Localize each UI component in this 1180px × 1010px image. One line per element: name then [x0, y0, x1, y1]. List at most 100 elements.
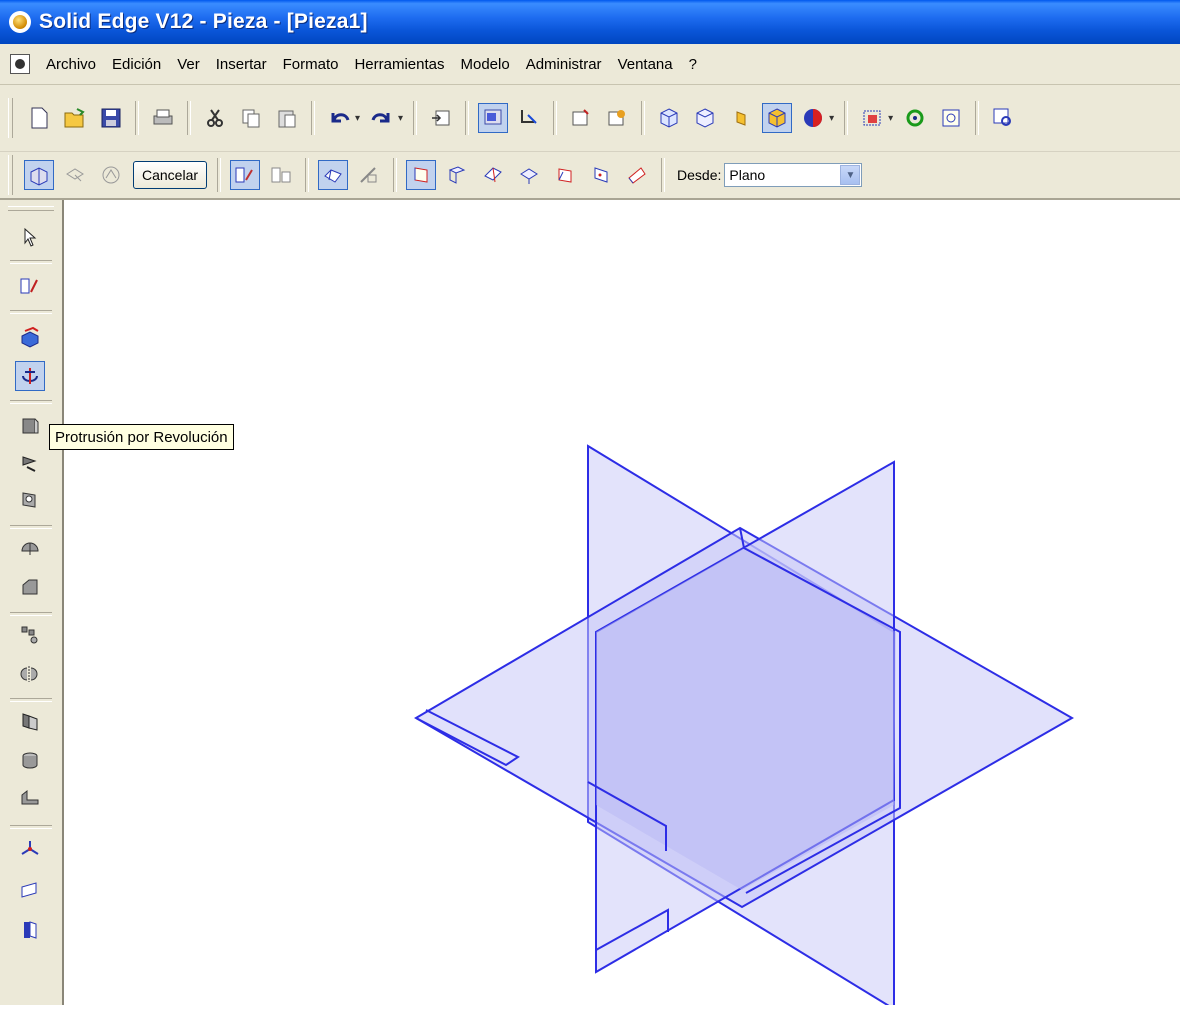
toolbar-separator	[844, 101, 849, 135]
cut-icon[interactable]	[200, 103, 230, 133]
menu-ver[interactable]: Ver	[169, 56, 208, 73]
window-title: Solid Edge V12 - Pieza - [Pieza1]	[39, 10, 368, 33]
edit-icon[interactable]	[514, 103, 544, 133]
coordinate-icon[interactable]	[15, 834, 45, 864]
redo-dropdown-icon[interactable]: ▾	[398, 113, 403, 124]
toolbar-separator	[661, 158, 666, 192]
copy-icon[interactable]	[236, 103, 266, 133]
zoom-area-icon[interactable]	[936, 103, 966, 133]
mirror-icon[interactable]	[15, 658, 45, 688]
menu-edicion[interactable]: Edición	[104, 56, 169, 73]
step2-icon[interactable]	[354, 160, 384, 190]
profile-icon[interactable]	[96, 160, 126, 190]
revolved-protrusion-icon[interactable]	[15, 361, 45, 391]
toolbar-separator	[10, 400, 52, 404]
toolbar-separator	[465, 101, 470, 135]
extrude-protrusion-icon[interactable]	[15, 322, 45, 352]
toolbar-grip[interactable]	[8, 155, 13, 195]
toolbar-separator	[641, 101, 646, 135]
menu-ventana[interactable]: Ventana	[610, 56, 681, 73]
menu-formato[interactable]: Formato	[275, 56, 347, 73]
menu-modelo[interactable]: Modelo	[453, 56, 518, 73]
title-bar: Solid Edge V12 - Pieza - [Pieza1]	[0, 0, 1180, 44]
insert-icon[interactable]	[426, 103, 456, 133]
pattern-icon[interactable]	[15, 620, 45, 650]
paste-icon[interactable]	[272, 103, 302, 133]
desde-label: Desde:	[677, 167, 722, 183]
menu-administrar[interactable]: Administrar	[518, 56, 610, 73]
print-icon[interactable]	[148, 103, 178, 133]
toolbar-grip[interactable]	[8, 98, 13, 138]
select-arrow-icon[interactable]	[15, 222, 45, 252]
sketch-color-icon[interactable]	[602, 103, 632, 133]
rib-icon[interactable]	[15, 745, 45, 775]
redo-icon[interactable]	[367, 103, 397, 133]
iso-view-icon[interactable]	[654, 103, 684, 133]
view-icon[interactable]	[478, 103, 509, 133]
desde-value: Plano	[729, 167, 766, 183]
sketch-edit-icon[interactable]	[266, 160, 296, 190]
new-icon[interactable]	[24, 103, 54, 133]
menu-herramientas[interactable]: Herramientas	[346, 56, 452, 73]
toolbar-separator	[135, 101, 139, 135]
lip-icon[interactable]	[15, 783, 45, 813]
undo-icon[interactable]	[324, 103, 354, 133]
step-icon[interactable]	[318, 160, 349, 190]
toolbar-separator	[187, 101, 191, 135]
toolbar-separator	[10, 260, 52, 264]
save-icon[interactable]	[96, 103, 126, 133]
toolbar-separator	[413, 101, 418, 135]
shaded-icon[interactable]	[726, 103, 756, 133]
revolved-cutout-icon[interactable]	[15, 447, 45, 477]
chamfer-icon[interactable]	[15, 572, 45, 602]
rotate-icon[interactable]	[900, 103, 930, 133]
app-logo-icon[interactable]	[9, 11, 31, 33]
hole-icon[interactable]	[15, 484, 45, 514]
fit-icon[interactable]	[857, 103, 887, 133]
modeling-viewport[interactable]	[64, 200, 1180, 1010]
tooltip: Protrusión por Revolución	[49, 424, 234, 450]
sphere-dropdown-icon[interactable]: ▾	[829, 113, 834, 124]
undo-dropdown-icon[interactable]: ▾	[355, 113, 360, 124]
toolbar-separator	[10, 698, 52, 702]
toolbar-grip[interactable]	[8, 206, 54, 211]
menu-archivo[interactable]: Archivo	[38, 56, 104, 73]
plane-icon[interactable]	[60, 160, 90, 190]
cancel-button[interactable]: Cancelar	[133, 161, 208, 189]
zoom-icon[interactable]	[988, 103, 1018, 133]
desde-select[interactable]: Plano ▼	[724, 163, 863, 187]
toolbar-separator	[10, 612, 52, 616]
sketch-icon[interactable]	[15, 270, 45, 300]
fit-dropdown-icon[interactable]: ▾	[888, 113, 893, 124]
menu-help[interactable]: ?	[681, 56, 705, 73]
toolbar-separator	[393, 158, 398, 192]
open-icon[interactable]	[60, 103, 90, 133]
ref-plane-icon[interactable]	[15, 875, 45, 905]
sketch-icon[interactable]	[566, 103, 596, 133]
plane-3pt-icon[interactable]	[586, 160, 616, 190]
document-menu-icon[interactable]	[10, 54, 30, 74]
plane-coincident-icon[interactable]	[406, 160, 437, 190]
plane-tangent-icon[interactable]	[550, 160, 580, 190]
sphere-icon[interactable]	[798, 103, 828, 133]
chevron-down-icon[interactable]: ▼	[840, 165, 861, 185]
round-icon[interactable]	[15, 533, 45, 563]
dimetric-view-icon[interactable]	[690, 103, 720, 133]
features-toolbar	[0, 200, 64, 1005]
plane-perpendicular-icon[interactable]	[514, 160, 544, 190]
plane-angle-icon[interactable]	[478, 160, 508, 190]
plane-curve-icon[interactable]	[622, 160, 652, 190]
shaded-edges-icon[interactable]	[762, 103, 793, 133]
standard-toolbar: ▾ ▾ ▾ ▾	[0, 85, 1180, 152]
toolbar-separator	[10, 825, 52, 829]
menu-insertar[interactable]: Insertar	[208, 56, 275, 73]
thin-wall-icon[interactable]	[15, 706, 45, 736]
toolbar-separator	[217, 158, 222, 192]
menu-bar: Archivo Edición Ver Insertar Formato Her…	[0, 44, 1180, 85]
part-copy-icon[interactable]	[15, 914, 45, 944]
plane-parallel-icon[interactable]	[442, 160, 472, 190]
cutout-icon[interactable]	[15, 410, 45, 440]
toolbar-separator	[553, 101, 558, 135]
sketch-mode-icon[interactable]	[230, 160, 261, 190]
select-plane-icon[interactable]	[24, 160, 54, 190]
